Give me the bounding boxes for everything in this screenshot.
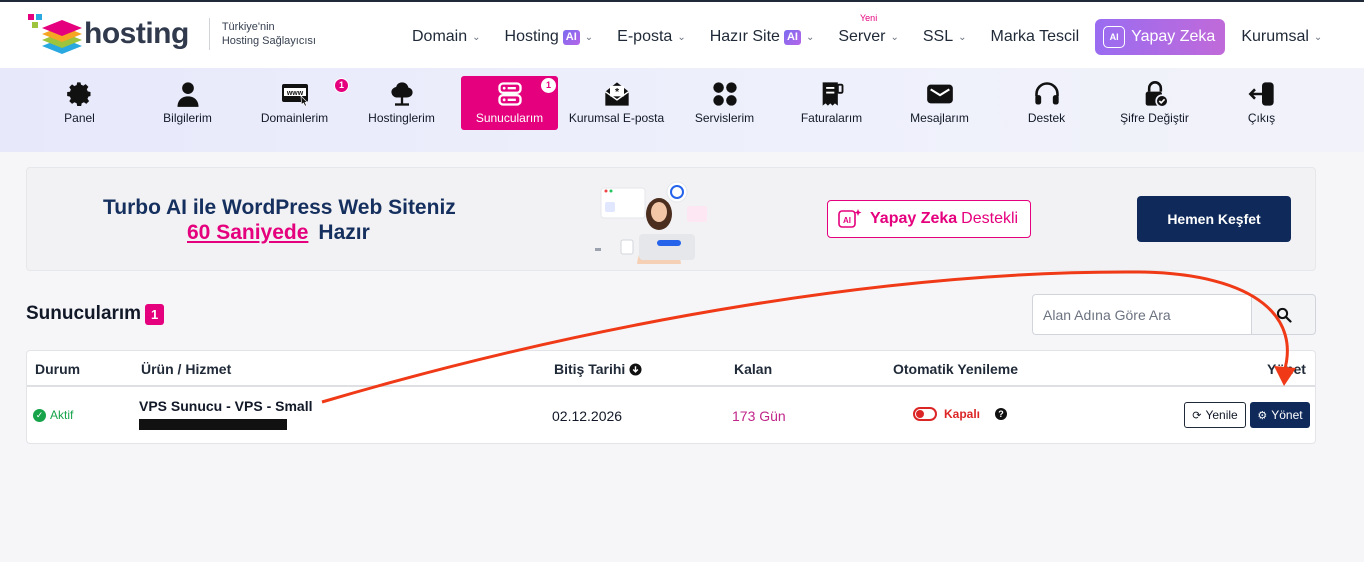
status-badge: ✓ Aktif (33, 408, 73, 422)
search-bar (1032, 294, 1316, 335)
grid-icon (712, 82, 737, 106)
logo-text: hosting (84, 17, 189, 50)
gear-icon (66, 82, 90, 107)
logo-stack-icon (28, 14, 82, 54)
banner-highlight: 60 Saniyede (187, 221, 309, 244)
logo-tagline: Türkiye'nin Hosting Sağlayıcısı (221, 21, 316, 47)
notification-badge: 1 (334, 78, 349, 93)
refresh-icon: ⟳ (1192, 409, 1202, 422)
col-otomatik-yenileme: Otomatik Yenileme (893, 361, 1019, 377)
search-input[interactable] (1032, 294, 1251, 335)
count-badge: 1 (145, 303, 165, 325)
check-circle-icon: ✓ (33, 408, 46, 422)
nav-hosting[interactable]: Hosting AI ⌄ (493, 19, 606, 55)
col-bitis-tarihi[interactable]: Bitiş Tarihi (554, 361, 642, 377)
renew-button[interactable]: ⟳ Yenile (1184, 402, 1246, 428)
headset-icon (1034, 82, 1059, 105)
search-icon (1276, 307, 1292, 323)
chevron-down-icon: ⌄ (890, 31, 899, 43)
remaining-days: 173 Gün (732, 408, 786, 424)
manage-button[interactable]: ⚙ Yönet (1250, 402, 1310, 428)
promo-banner[interactable]: Turbo AI ile WordPress Web Siteniz 60 Sa… (26, 167, 1316, 271)
nav-eposta[interactable]: E-posta ⌄ (605, 19, 698, 55)
www-browser-icon: www (281, 84, 308, 107)
nav-yapay-zeka-button[interactable]: AI Yapay Zeka (1095, 19, 1226, 55)
invoice-icon (822, 82, 843, 106)
logo[interactable]: hosting Türkiye'nin Hosting Sağlayıcısı (28, 12, 316, 56)
hemen-kesfet-button[interactable]: Hemen Keşfet (1137, 196, 1291, 242)
help-icon[interactable]: ? (995, 408, 1008, 420)
panel-item-mesajlarim[interactable]: Mesajlarım (891, 76, 988, 130)
col-yonet: Yönet (1267, 361, 1306, 377)
panel-item-kurumsal-eposta[interactable]: * Kurumsal E-posta (568, 76, 665, 130)
gear-icon: ⚙ (1257, 409, 1268, 422)
lock-icon (1145, 81, 1169, 108)
yapay-zeka-destekli-label: AI Yapay Zeka Destekli (827, 200, 1031, 238)
nav-server[interactable]: Yeni Server ⌄ (826, 13, 911, 55)
banner-title: Turbo AI ile WordPress Web Siteniz (103, 196, 456, 219)
svg-text:AI: AI (843, 216, 851, 225)
chevron-down-icon: ⌄ (1313, 31, 1323, 43)
auto-renew-status: Kapalı ? (913, 407, 1008, 421)
nav-marka-tescil[interactable]: Marka Tescil (979, 19, 1092, 55)
sort-down-icon (629, 362, 642, 376)
cloud-tree-icon (390, 82, 413, 106)
panel-item-hostinglerim[interactable]: Hostinglerim (353, 76, 450, 130)
ai-badge: AI (783, 29, 801, 45)
top-header: hosting Türkiye'nin Hosting Sağlayıcısı … (0, 0, 1364, 68)
nav-kurumsal[interactable]: Kurumsal ⌄ (1229, 19, 1334, 55)
main-nav: Domain ⌄ Hosting AI ⌄ E-posta ⌄ Hazır Site AI… (400, 13, 1324, 55)
chevron-down-icon: ⌄ (805, 31, 815, 43)
col-durum: Durum (35, 361, 81, 377)
panel-item-bilgilerim[interactable]: Bilgilerim (139, 76, 236, 130)
end-date: 02.12.2026 (552, 408, 623, 424)
envelope-icon (926, 84, 953, 104)
panel-item-cikis[interactable]: Çıkış (1213, 76, 1310, 130)
panel-item-faturalarim[interactable]: Faturalarım (783, 76, 880, 130)
page-title: Sunucularım 1 (26, 303, 165, 325)
chevron-down-icon: ⌄ (958, 31, 967, 43)
panel-item-sunucularim[interactable]: Sunucularım 1 (461, 76, 558, 130)
panel-nav: Panel Bilgilerim www Domainlerim 1 Hosti… (0, 68, 1364, 152)
mail-open-icon: * (604, 82, 629, 106)
new-tag: Yeni (860, 13, 878, 23)
notification-badge: 1 (541, 78, 556, 93)
chevron-down-icon: ⌄ (584, 31, 594, 43)
logout-icon (1248, 82, 1274, 106)
auto-renew-toggle[interactable] (913, 407, 937, 421)
redacted-domain (139, 419, 287, 430)
server-icon (497, 82, 522, 106)
search-button[interactable] (1251, 294, 1316, 335)
nav-hazir-site[interactable]: Hazır Site AI ⌄ (698, 19, 827, 55)
logo-divider (208, 18, 210, 50)
ai-badge: AI (562, 29, 580, 45)
banner-illustration (595, 181, 707, 264)
ai-sparkle-icon: AI (1103, 26, 1126, 48)
banner-subtitle: 60 Saniyede Hazır (187, 221, 370, 244)
table-header: Durum Ürün / Hizmet Bitiş Tarihi Kalan O… (27, 351, 1315, 387)
chevron-down-icon: ⌄ (677, 31, 686, 43)
panel-item-domainlerim[interactable]: www Domainlerim 1 (246, 76, 349, 130)
panel-item-servislerim[interactable]: Servislerim (676, 76, 773, 130)
panel-item-sifre-degistir[interactable]: Şifre Değiştir (1106, 76, 1203, 130)
servers-table: Durum Ürün / Hizmet Bitiş Tarihi Kalan O… (26, 350, 1316, 444)
panel-item-destek[interactable]: Destek (998, 76, 1095, 130)
user-icon (177, 82, 198, 107)
product-name: VPS Sunucu - VPS - Small (139, 398, 313, 414)
col-urun-hizmet: Ürün / Hizmet (141, 361, 232, 377)
chevron-down-icon: ⌄ (472, 31, 481, 43)
panel-item-panel[interactable]: Panel (31, 76, 128, 130)
col-kalan: Kalan (734, 361, 773, 377)
nav-ssl[interactable]: SSL ⌄ (911, 19, 979, 55)
ai-sparkle-icon: AI (838, 209, 862, 228)
nav-domain[interactable]: Domain ⌄ (400, 19, 493, 55)
